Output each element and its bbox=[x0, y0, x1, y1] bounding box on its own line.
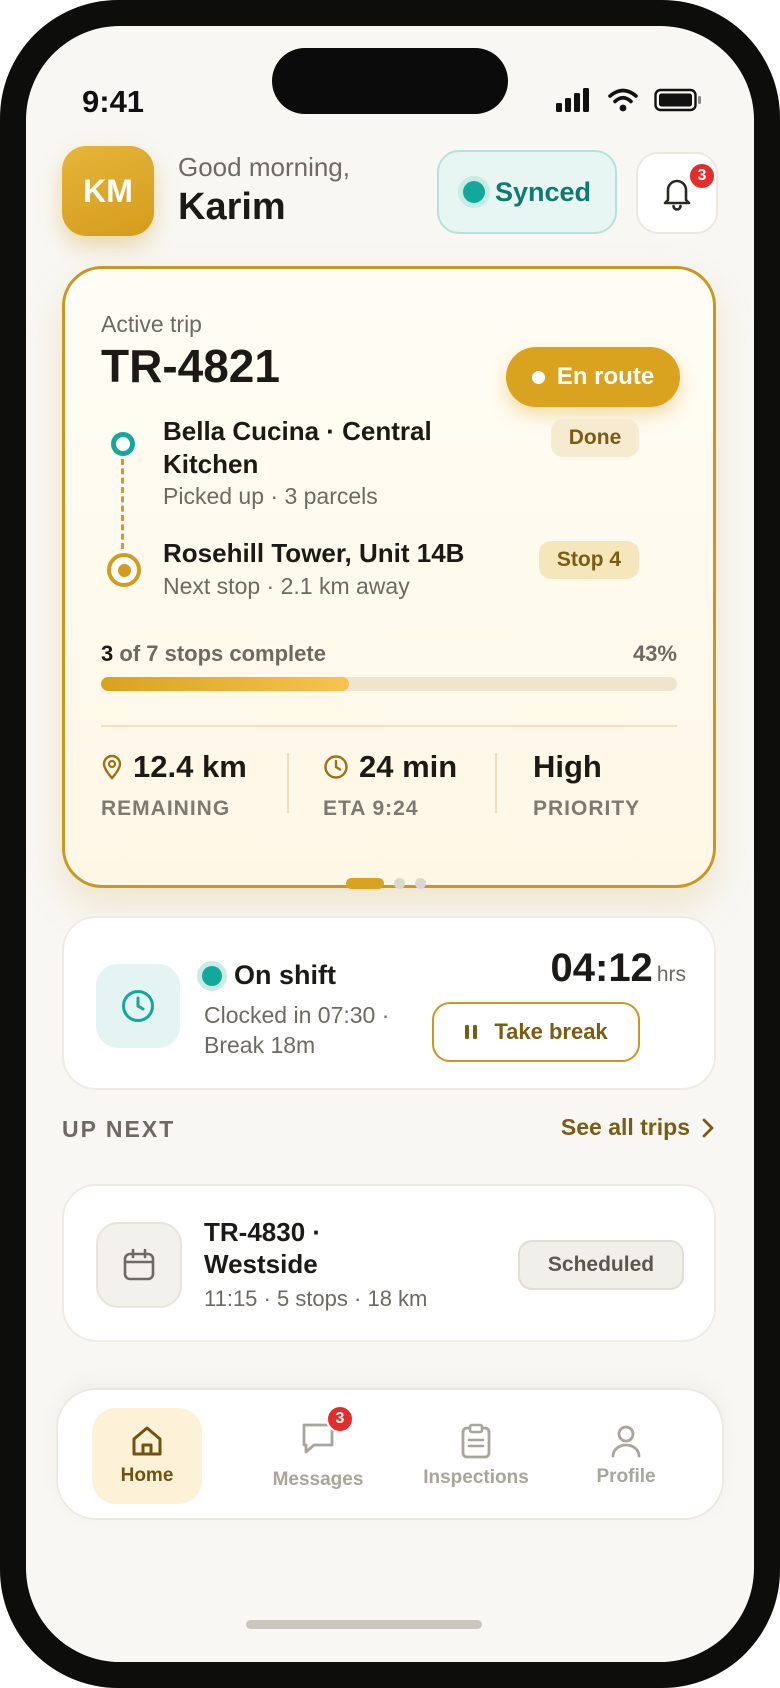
notification-badge: 3 bbox=[688, 162, 716, 190]
stop-number-badge: Stop 4 bbox=[539, 541, 639, 579]
user-name: Karim bbox=[178, 186, 286, 228]
clock-in-text: Clocked in 07:30 · bbox=[204, 1002, 390, 1028]
clock-icon bbox=[324, 755, 348, 779]
carousel-dot[interactable] bbox=[415, 878, 426, 889]
stop-title: Rosehill Tower, Unit 14B bbox=[163, 538, 465, 568]
shift-card: On shift Clocked in 07:30 · Break 18m 04… bbox=[62, 916, 716, 1090]
metric-separator bbox=[495, 753, 497, 813]
shift-status-label: On shift bbox=[234, 960, 336, 990]
trip-status-badge: En route bbox=[506, 347, 680, 407]
clipboard-icon bbox=[461, 1423, 491, 1459]
active-trip-card[interactable]: Active trip TR-4821 En route Bella Cucin… bbox=[62, 266, 716, 888]
metric-label: REMAINING bbox=[101, 797, 231, 820]
carousel-page-indicator[interactable] bbox=[346, 878, 426, 889]
metric-eta: 24 min ETA 9:24 bbox=[323, 747, 457, 821]
tab-label: Home bbox=[120, 1465, 174, 1486]
tab-label: Messages bbox=[272, 1469, 364, 1490]
metric-value: 24 min bbox=[359, 749, 458, 784]
tab-label: Profile bbox=[596, 1466, 656, 1487]
take-break-label: Take break bbox=[494, 1019, 608, 1044]
messages-badge: 3 bbox=[326, 1405, 354, 1433]
calendar-icon bbox=[96, 1222, 182, 1308]
screen: 9:41 KM Good morning, Karim Synced 3 Act… bbox=[26, 26, 754, 1662]
elapsed-time: 04:12 bbox=[550, 946, 653, 990]
shift-timer: 04:12 hrs bbox=[551, 946, 687, 991]
battery-icon bbox=[654, 88, 701, 112]
metric-separator bbox=[287, 753, 289, 813]
chevron-right-icon bbox=[702, 1118, 714, 1137]
stop-subtitle: Next stop · 2.1 km away bbox=[163, 573, 410, 599]
home-indicator bbox=[246, 1620, 482, 1629]
wifi-icon bbox=[608, 88, 638, 112]
completed-stop-marker-icon bbox=[111, 432, 135, 456]
progress-percent: 43% bbox=[632, 641, 677, 666]
divider bbox=[101, 725, 677, 727]
avatar[interactable]: KM bbox=[62, 146, 154, 236]
break-text: Break 18m bbox=[204, 1032, 316, 1058]
metric-label: ETA 9:24 bbox=[323, 797, 419, 820]
trip-status-label: En route bbox=[556, 363, 655, 390]
metric-remaining: 12.4 km REMAINING bbox=[101, 747, 247, 821]
see-all-trips-link[interactable]: See all trips bbox=[561, 1114, 714, 1141]
upcoming-trip-details: 11:15 · 5 stops · 18 km bbox=[204, 1286, 428, 1311]
metric-label: PRIORITY bbox=[533, 797, 641, 820]
stop-status-badge: Done bbox=[551, 419, 639, 457]
sync-status-chip[interactable]: Synced bbox=[437, 150, 617, 234]
status-icons bbox=[556, 88, 702, 112]
user-icon bbox=[611, 1425, 641, 1458]
shift-status: On shift bbox=[202, 960, 336, 991]
upcoming-trip-title: TR-4830 · Westside bbox=[204, 1216, 444, 1280]
upcoming-trip-card[interactable]: TR-4830 · Westside 11:15 · 5 stops · 18 … bbox=[62, 1184, 716, 1342]
metric-priority: High PRIORITY bbox=[533, 747, 640, 821]
take-break-button[interactable]: Take break bbox=[432, 1002, 640, 1062]
status-time: 9:41 bbox=[82, 84, 145, 119]
tab-profile[interactable]: Profile bbox=[556, 1408, 696, 1504]
progress-bar-fill bbox=[101, 677, 349, 691]
tab-home[interactable]: Home bbox=[92, 1408, 202, 1504]
dynamic-island bbox=[272, 48, 508, 114]
next-stop-marker-icon bbox=[107, 553, 141, 587]
progress-text: 3 of 7 stops complete bbox=[101, 641, 326, 667]
greeting-text: Good morning, bbox=[178, 152, 350, 182]
trip-id: TR-4821 bbox=[101, 340, 280, 392]
signal-icon bbox=[556, 88, 589, 112]
progress-suffix: of 7 stops complete bbox=[119, 641, 326, 666]
sync-status-label: Synced bbox=[494, 176, 592, 207]
upcoming-trip-title-line: Westside bbox=[204, 1249, 318, 1279]
shift-clock-icon bbox=[96, 964, 180, 1048]
tab-bar: Home 3 Messages Inspections Profile bbox=[56, 1388, 724, 1520]
location-pin-icon bbox=[102, 754, 122, 780]
route-line bbox=[121, 459, 124, 549]
pause-icon bbox=[465, 1025, 478, 1039]
phone-frame: 9:41 KM Good morning, Karim Synced 3 Act… bbox=[0, 0, 780, 1688]
sync-dot-icon bbox=[462, 181, 485, 203]
stop-subtitle: Picked up · 3 parcels bbox=[163, 483, 378, 509]
carousel-dot[interactable] bbox=[394, 878, 405, 889]
upcoming-trip-status-badge: Scheduled bbox=[518, 1240, 684, 1290]
metric-value: 12.4 km bbox=[133, 749, 247, 784]
progress-bar bbox=[101, 677, 677, 691]
notifications-button[interactable]: 3 bbox=[636, 152, 718, 234]
elapsed-unit: hrs bbox=[656, 963, 686, 986]
active-trip-label: Active trip bbox=[101, 311, 202, 337]
shift-dot-icon bbox=[202, 965, 222, 986]
status-dot-icon bbox=[531, 370, 545, 384]
home-icon bbox=[132, 1426, 162, 1456]
carousel-dot[interactable] bbox=[346, 878, 384, 889]
tab-messages[interactable]: 3 Messages bbox=[244, 1405, 392, 1504]
tab-label: Inspections bbox=[423, 1467, 529, 1488]
progress-completed: 3 bbox=[101, 641, 114, 666]
see-all-label: See all trips bbox=[560, 1114, 690, 1140]
tab-inspections[interactable]: Inspections bbox=[394, 1408, 558, 1504]
metric-value: High bbox=[533, 749, 602, 784]
section-title: UP NEXT bbox=[62, 1116, 176, 1142]
upcoming-trip-title-line: TR-4830 · bbox=[204, 1217, 322, 1247]
stop-title: Bella Cucina · Central Kitchen bbox=[163, 416, 432, 479]
